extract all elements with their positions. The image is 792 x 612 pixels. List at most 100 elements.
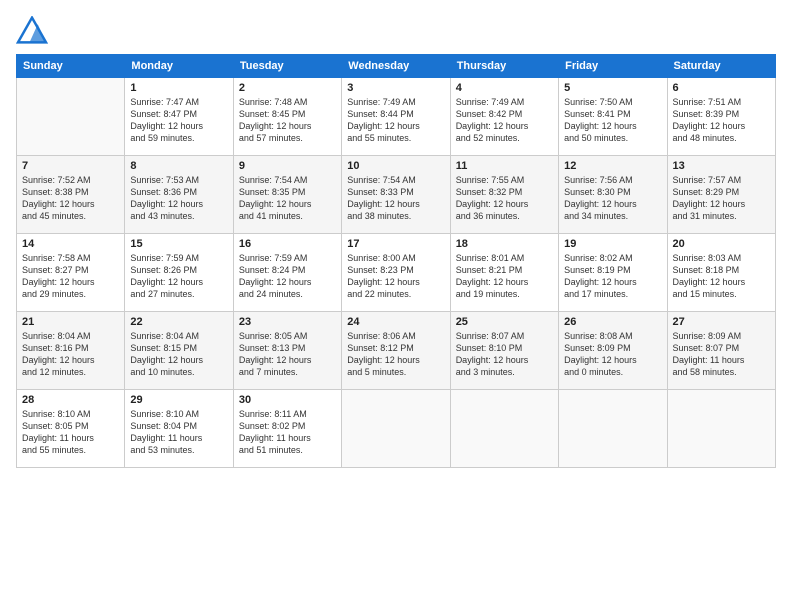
day-info: Sunrise: 7:57 AM Sunset: 8:29 PM Dayligh… <box>673 174 770 223</box>
day-info: Sunrise: 7:59 AM Sunset: 8:26 PM Dayligh… <box>130 252 227 301</box>
day-info: Sunrise: 8:11 AM Sunset: 8:02 PM Dayligh… <box>239 408 336 457</box>
day-number: 18 <box>456 238 553 250</box>
day-number: 23 <box>239 316 336 328</box>
weekday-header-sunday: Sunday <box>17 55 125 78</box>
calendar-week-row: 21 Sunrise: 8:04 AM Sunset: 8:16 PM Dayli… <box>17 312 776 390</box>
calendar-cell: 13 Sunrise: 7:57 AM Sunset: 8:29 PM Dayli… <box>667 156 775 234</box>
day-info: Sunrise: 7:56 AM Sunset: 8:30 PM Dayligh… <box>564 174 661 223</box>
calendar-cell: 9 Sunrise: 7:54 AM Sunset: 8:35 PM Daylig… <box>233 156 341 234</box>
calendar-cell: 7 Sunrise: 7:52 AM Sunset: 8:38 PM Daylig… <box>17 156 125 234</box>
calendar-cell: 23 Sunrise: 8:05 AM Sunset: 8:13 PM Dayli… <box>233 312 341 390</box>
calendar-cell: 15 Sunrise: 7:59 AM Sunset: 8:26 PM Dayli… <box>125 234 233 312</box>
calendar-cell: 6 Sunrise: 7:51 AM Sunset: 8:39 PM Daylig… <box>667 78 775 156</box>
day-info: Sunrise: 8:08 AM Sunset: 8:09 PM Dayligh… <box>564 330 661 379</box>
weekday-header-friday: Friday <box>559 55 667 78</box>
day-info: Sunrise: 7:52 AM Sunset: 8:38 PM Dayligh… <box>22 174 119 223</box>
day-info: Sunrise: 7:55 AM Sunset: 8:32 PM Dayligh… <box>456 174 553 223</box>
calendar-cell <box>342 390 450 468</box>
day-info: Sunrise: 8:04 AM Sunset: 8:15 PM Dayligh… <box>130 330 227 379</box>
day-number: 10 <box>347 160 444 172</box>
weekday-header-monday: Monday <box>125 55 233 78</box>
calendar-table: SundayMondayTuesdayWednesdayThursdayFrid… <box>16 54 776 468</box>
day-number: 1 <box>130 82 227 94</box>
day-info: Sunrise: 8:00 AM Sunset: 8:23 PM Dayligh… <box>347 252 444 301</box>
day-number: 22 <box>130 316 227 328</box>
day-number: 2 <box>239 82 336 94</box>
day-info: Sunrise: 7:51 AM Sunset: 8:39 PM Dayligh… <box>673 96 770 145</box>
day-info: Sunrise: 8:05 AM Sunset: 8:13 PM Dayligh… <box>239 330 336 379</box>
calendar-cell: 12 Sunrise: 7:56 AM Sunset: 8:30 PM Dayli… <box>559 156 667 234</box>
logo-icon <box>16 16 48 44</box>
day-number: 11 <box>456 160 553 172</box>
weekday-header-tuesday: Tuesday <box>233 55 341 78</box>
day-number: 30 <box>239 394 336 406</box>
calendar-cell: 19Sunrise: 8:02 AM Sunset: 8:19 PM Dayli… <box>559 234 667 312</box>
calendar-cell: 28Sunrise: 8:10 AM Sunset: 8:05 PM Dayli… <box>17 390 125 468</box>
day-number: 5 <box>564 82 661 94</box>
day-number: 29 <box>130 394 227 406</box>
day-number: 7 <box>22 160 119 172</box>
day-info: Sunrise: 8:10 AM Sunset: 8:04 PM Dayligh… <box>130 408 227 457</box>
calendar-cell: 5 Sunrise: 7:50 AM Sunset: 8:41 PM Daylig… <box>559 78 667 156</box>
day-info: Sunrise: 8:07 AM Sunset: 8:10 PM Dayligh… <box>456 330 553 379</box>
day-info: Sunrise: 7:54 AM Sunset: 8:35 PM Dayligh… <box>239 174 336 223</box>
calendar-cell: 14 Sunrise: 7:58 AM Sunset: 8:27 PM Dayli… <box>17 234 125 312</box>
day-number: 27 <box>673 316 770 328</box>
day-number: 6 <box>673 82 770 94</box>
calendar-cell: 18 Sunrise: 8:01 AM Sunset: 8:21 PM Dayli… <box>450 234 558 312</box>
day-info: Sunrise: 7:53 AM Sunset: 8:36 PM Dayligh… <box>130 174 227 223</box>
calendar-cell: 17Sunrise: 8:00 AM Sunset: 8:23 PM Dayli… <box>342 234 450 312</box>
calendar-week-row: 7 Sunrise: 7:52 AM Sunset: 8:38 PM Daylig… <box>17 156 776 234</box>
day-info: Sunrise: 8:03 AM Sunset: 8:18 PM Dayligh… <box>673 252 770 301</box>
calendar-cell: 29 Sunrise: 8:10 AM Sunset: 8:04 PM Dayli… <box>125 390 233 468</box>
calendar-cell <box>17 78 125 156</box>
day-number: 15 <box>130 238 227 250</box>
calendar-cell: 10 Sunrise: 7:54 AM Sunset: 8:33 PM Dayli… <box>342 156 450 234</box>
calendar-cell: 21 Sunrise: 8:04 AM Sunset: 8:16 PM Dayli… <box>17 312 125 390</box>
day-number: 25 <box>456 316 553 328</box>
calendar-cell: 11 Sunrise: 7:55 AM Sunset: 8:32 PM Dayli… <box>450 156 558 234</box>
day-info: Sunrise: 8:06 AM Sunset: 8:12 PM Dayligh… <box>347 330 444 379</box>
day-number: 20 <box>673 238 770 250</box>
calendar-cell: 24 Sunrise: 8:06 AM Sunset: 8:12 PM Dayli… <box>342 312 450 390</box>
calendar-week-row: 28Sunrise: 8:10 AM Sunset: 8:05 PM Dayli… <box>17 390 776 468</box>
calendar-header-row: SundayMondayTuesdayWednesdayThursdayFrid… <box>17 55 776 78</box>
day-info: Sunrise: 8:01 AM Sunset: 8:21 PM Dayligh… <box>456 252 553 301</box>
day-number: 28 <box>22 394 119 406</box>
calendar-cell: 3Sunrise: 7:49 AM Sunset: 8:44 PM Daylig… <box>342 78 450 156</box>
calendar-cell: 8 Sunrise: 7:53 AM Sunset: 8:36 PM Daylig… <box>125 156 233 234</box>
day-info: Sunrise: 8:09 AM Sunset: 8:07 PM Dayligh… <box>673 330 770 379</box>
calendar-week-row: 14 Sunrise: 7:58 AM Sunset: 8:27 PM Dayli… <box>17 234 776 312</box>
day-info: Sunrise: 7:58 AM Sunset: 8:27 PM Dayligh… <box>22 252 119 301</box>
day-info: Sunrise: 7:54 AM Sunset: 8:33 PM Dayligh… <box>347 174 444 223</box>
calendar-cell: 4 Sunrise: 7:49 AM Sunset: 8:42 PM Daylig… <box>450 78 558 156</box>
calendar-cell: 25 Sunrise: 8:07 AM Sunset: 8:10 PM Dayli… <box>450 312 558 390</box>
logo <box>16 16 50 44</box>
calendar-cell: 20 Sunrise: 8:03 AM Sunset: 8:18 PM Dayli… <box>667 234 775 312</box>
header <box>16 16 776 44</box>
weekday-header-wednesday: Wednesday <box>342 55 450 78</box>
day-info: Sunrise: 7:50 AM Sunset: 8:41 PM Dayligh… <box>564 96 661 145</box>
calendar-cell: 27 Sunrise: 8:09 AM Sunset: 8:07 PM Dayli… <box>667 312 775 390</box>
day-info: Sunrise: 8:04 AM Sunset: 8:16 PM Dayligh… <box>22 330 119 379</box>
calendar-cell: 2 Sunrise: 7:48 AM Sunset: 8:45 PM Daylig… <box>233 78 341 156</box>
day-number: 14 <box>22 238 119 250</box>
calendar-cell <box>667 390 775 468</box>
calendar-cell <box>450 390 558 468</box>
day-number: 9 <box>239 160 336 172</box>
day-number: 19 <box>564 238 661 250</box>
day-number: 24 <box>347 316 444 328</box>
day-number: 4 <box>456 82 553 94</box>
calendar-week-row: 1 Sunrise: 7:47 AM Sunset: 8:47 PM Daylig… <box>17 78 776 156</box>
day-number: 21 <box>22 316 119 328</box>
day-number: 26 <box>564 316 661 328</box>
day-info: Sunrise: 7:47 AM Sunset: 8:47 PM Dayligh… <box>130 96 227 145</box>
day-number: 12 <box>564 160 661 172</box>
page: SundayMondayTuesdayWednesdayThursdayFrid… <box>0 0 792 612</box>
day-info: Sunrise: 7:48 AM Sunset: 8:45 PM Dayligh… <box>239 96 336 145</box>
day-info: Sunrise: 7:49 AM Sunset: 8:42 PM Dayligh… <box>456 96 553 145</box>
calendar-cell: 16Sunrise: 7:59 AM Sunset: 8:24 PM Dayli… <box>233 234 341 312</box>
weekday-header-thursday: Thursday <box>450 55 558 78</box>
day-number: 8 <box>130 160 227 172</box>
day-number: 13 <box>673 160 770 172</box>
